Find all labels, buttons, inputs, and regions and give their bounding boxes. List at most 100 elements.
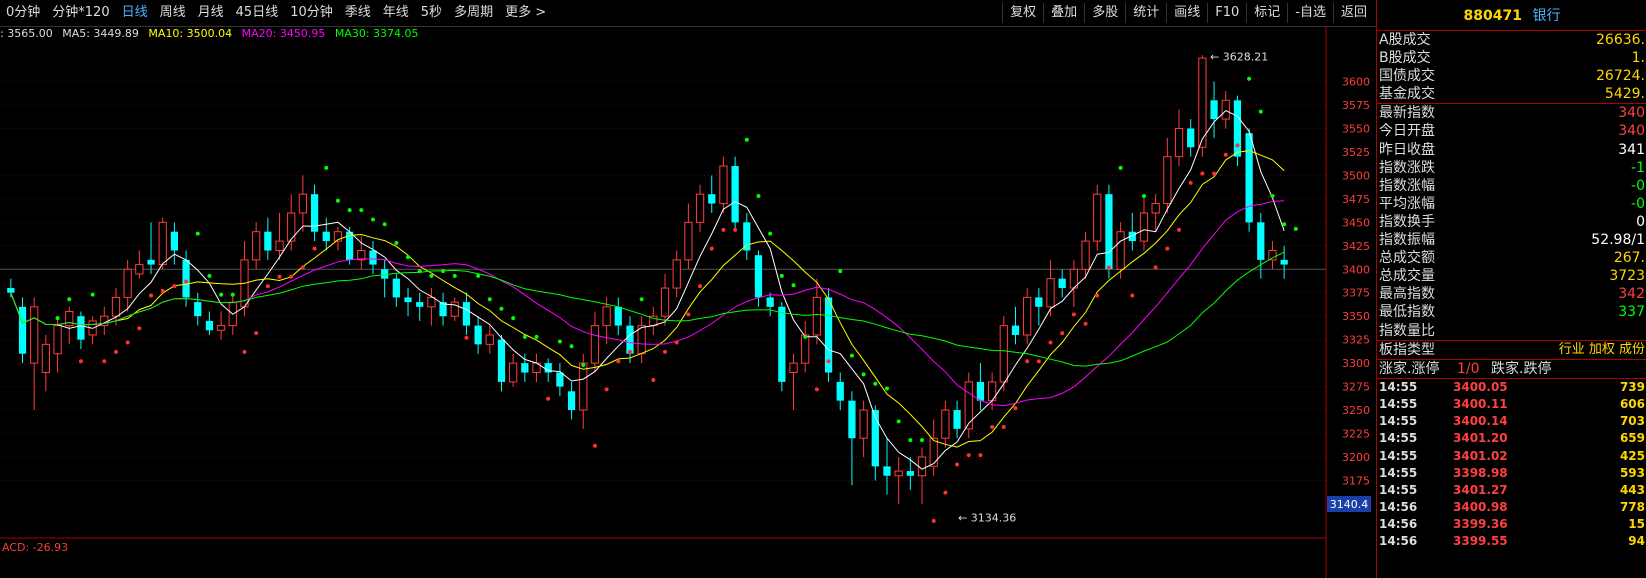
period-tab-3[interactable]: 周线 [154, 4, 192, 22]
sar-dot [639, 297, 644, 302]
candle-body [392, 278, 400, 298]
toolbar-button-0[interactable]: 复权 [1002, 3, 1043, 23]
sar-dot [978, 453, 983, 458]
toolbar-button-6[interactable]: 标记 [1246, 3, 1287, 23]
tick-time: 14:56 [1379, 500, 1418, 515]
candle-body [941, 409, 950, 439]
low-label: ← 3134.36 [958, 511, 1016, 524]
candle-body [205, 320, 214, 331]
toolbar-button-2[interactable]: 多股 [1084, 3, 1125, 23]
candle-body [404, 297, 412, 303]
turnover-row: 国债成交 26724. [1377, 67, 1646, 85]
candle-body [999, 325, 1008, 383]
candle-body [883, 466, 891, 476]
sar-dot [721, 227, 726, 232]
period-tab-8[interactable]: 年线 [377, 4, 415, 22]
sar-dot [172, 284, 177, 289]
sar-dot [370, 217, 375, 222]
sar-dot [838, 269, 843, 274]
sar-dot [663, 349, 668, 354]
tick-volume: 94 [1628, 534, 1645, 549]
sar-dot [1153, 265, 1158, 270]
candle-body [1116, 231, 1125, 270]
toolbar-button-1[interactable]: 叠加 [1043, 3, 1084, 23]
toolbar-button-7[interactable]: -自选 [1287, 3, 1333, 23]
sar-dot [1270, 194, 1275, 199]
candle-body [660, 287, 670, 317]
period-tab-11[interactable]: 更多 > [499, 4, 552, 22]
stat-row: 总成交额 267. [1377, 249, 1646, 267]
toolbar-button-4[interactable]: 画线 [1166, 3, 1207, 23]
kline-chart[interactable]: 3600 3575 3550 3525 3500 3475 3450 3425 3400 3375… [0, 26, 1376, 578]
price-tick-label: 3525 [1342, 146, 1370, 159]
sar-dot [67, 297, 72, 302]
quote-panel: 880471 银行 A股成交 26636. B股成交 1. 国债成交 26724. 基金成交… [1376, 0, 1646, 578]
stat-label: 最高指数 [1379, 286, 1435, 303]
stat-label: 指数量比 [1379, 322, 1435, 339]
stat-label: 指数振幅 [1379, 232, 1435, 249]
sar-dot [300, 265, 305, 270]
turnover-value: 5429. [1604, 86, 1645, 103]
tick-time: 14:55 [1379, 379, 1418, 394]
candle-body [416, 302, 424, 307]
toolbar-button-3[interactable]: 统计 [1125, 3, 1166, 23]
current-price-label: 3140.4 [1330, 498, 1369, 511]
sar-dot [1013, 406, 1018, 411]
stat-value: 0 [1636, 213, 1645, 230]
sar-dot [1293, 226, 1298, 231]
period-tab-1[interactable]: 分钟*120 [46, 4, 115, 22]
candle-body [778, 306, 786, 382]
period-tab-0[interactable]: 0分钟 [0, 4, 46, 22]
stat-label: 昨日收盘 [1379, 141, 1435, 158]
candle-body [731, 166, 739, 223]
sar-dot [476, 273, 481, 278]
candle-body [1268, 249, 1277, 261]
sar-dot [1095, 293, 1100, 298]
sar-dot [814, 387, 819, 392]
candle-body [789, 362, 798, 374]
stat-label: 平均涨幅 [1379, 195, 1435, 212]
price-tick-label: 3350 [1342, 310, 1370, 323]
candle-body [521, 363, 529, 373]
stat-value: 52.98/1 [1591, 232, 1645, 249]
period-tab-5[interactable]: 45日线 [230, 4, 285, 22]
sar-dot [884, 386, 889, 391]
candle-body [275, 240, 284, 251]
sar-dot [1071, 312, 1076, 317]
limit-ratio: 1/0 [1457, 360, 1480, 377]
sar-dot [184, 279, 189, 284]
stat-value: -0 [1631, 177, 1645, 194]
tick-price: 3399.36 [1453, 517, 1508, 532]
sar-dot [733, 227, 738, 232]
limit-row: 涨家.涨停 1/0 跌家.跌停 [1377, 360, 1646, 378]
board-type-value[interactable]: 行业 加权 成份 [1559, 341, 1645, 359]
stat-value: 342 [1618, 286, 1645, 303]
sar-dot [347, 208, 352, 213]
stat-value: 337 [1618, 304, 1645, 321]
stat-row: 指数量比 [1377, 322, 1646, 340]
period-tab-2[interactable]: 日线 [116, 4, 154, 22]
stat-row: 昨日收盘 341 [1377, 141, 1646, 159]
period-tab-7[interactable]: 季线 [339, 4, 377, 22]
limit-down-label: 跌家.跌停 [1491, 360, 1552, 377]
tick-price: 3401.20 [1453, 431, 1508, 446]
board-type-label: 板指类型 [1379, 341, 1435, 358]
candle-body [766, 297, 774, 307]
toolbar-button-5[interactable]: F10 [1207, 3, 1246, 23]
period-tab-6[interactable]: 10分钟 [284, 4, 339, 22]
tick-price: 3400.11 [1453, 396, 1508, 411]
period-tab-4[interactable]: 月线 [192, 4, 230, 22]
period-tab-9[interactable]: 5秒 [415, 4, 448, 22]
stat-label: 指数换手 [1379, 213, 1435, 230]
toolbar-button-8[interactable]: 返回 [1332, 3, 1374, 23]
period-tab-10[interactable]: 多周期 [448, 4, 499, 22]
candle-body [53, 325, 62, 355]
sar-dot [674, 340, 679, 345]
sar-dot [546, 396, 551, 401]
sar-dot [195, 231, 200, 236]
sar-dot [499, 306, 504, 311]
sar-dot [581, 363, 586, 368]
tick-row: 14:55 3401.02 425 [1377, 448, 1646, 465]
sar-dot [102, 359, 107, 364]
candle-body [485, 334, 494, 345]
